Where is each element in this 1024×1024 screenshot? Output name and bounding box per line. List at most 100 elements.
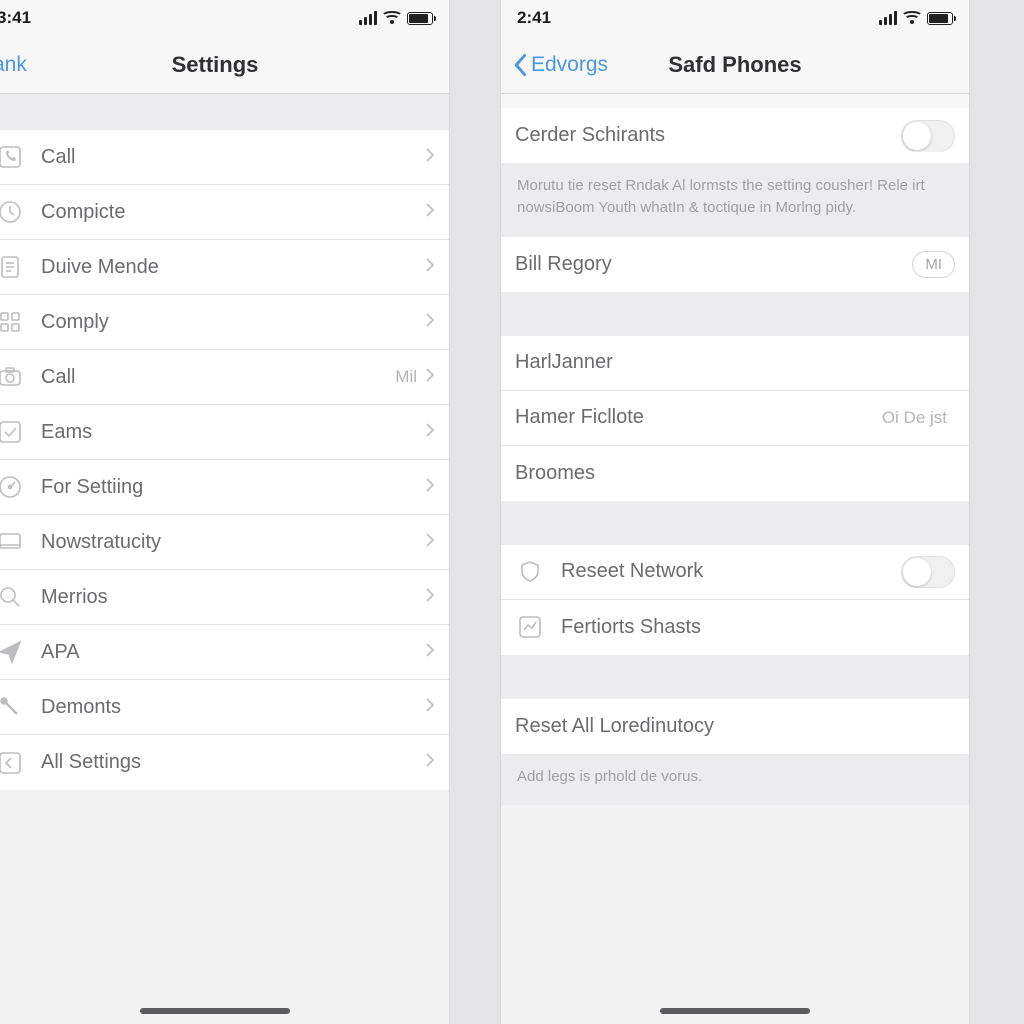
row-label: APA — [41, 641, 425, 664]
row-label: Fertiorts Shasts — [561, 616, 955, 639]
row-label: Duive Mende — [41, 256, 425, 279]
section-network: Reseet Network Fertiorts Shasts — [501, 545, 969, 655]
clock-icon — [0, 197, 25, 227]
list-item[interactable]: For Settiing — [0, 460, 449, 515]
phone-safd-phones: 2:41 Edvorgs Safd Phones Cerder Schirant… — [500, 0, 970, 1024]
list-item[interactable]: Eams — [0, 405, 449, 460]
list-item[interactable]: Nowstratucity — [0, 515, 449, 570]
section-gap — [501, 501, 969, 545]
row-cerder-schirants[interactable]: Cerder Schirants — [501, 108, 969, 163]
list-item[interactable]: CallMil — [0, 350, 449, 405]
section-gap — [0, 94, 449, 130]
section-cerder: Cerder Schirants — [501, 108, 969, 163]
row-label: Cerder Schirants — [515, 124, 901, 147]
row-label: HarlJanner — [515, 351, 955, 374]
pill-badge: MI — [912, 251, 955, 278]
mic-icon — [0, 692, 25, 722]
nav-back-label: ank — [0, 53, 27, 77]
row-label: Call — [41, 366, 395, 389]
list-item[interactable]: Hamer FiclloteOi De jst — [501, 391, 969, 446]
list-item[interactable]: Call — [0, 130, 449, 185]
section-gap — [501, 655, 969, 699]
row-label: Nowstratucity — [41, 531, 425, 554]
nav-back-label: Edvorgs — [531, 53, 608, 77]
battery-icon — [407, 12, 433, 25]
row-label: Eams — [41, 421, 425, 444]
row-reset-all[interactable]: Reset All Loredinutocy — [501, 699, 969, 754]
status-indicators — [359, 11, 433, 25]
row-label: Merrios — [41, 586, 425, 609]
row-label: Broomes — [515, 462, 955, 485]
chevron-right-icon — [425, 586, 435, 609]
grid-icon — [0, 307, 25, 337]
list-item[interactable]: APA — [0, 625, 449, 680]
settings-list: CallCompicteDuive MendeComplyCallMilEams… — [0, 130, 449, 790]
status-bar: 2:41 — [501, 0, 969, 36]
row-label: For Settiing — [41, 476, 425, 499]
section-reset: Reset All Loredinutocy — [501, 699, 969, 754]
list-item[interactable]: All Settings — [0, 735, 449, 790]
row-label: Reseet Network — [561, 560, 901, 583]
section-gap — [501, 292, 969, 336]
row-detail: Mil — [395, 367, 417, 387]
chevron-right-icon — [425, 751, 435, 774]
status-time: 2:41 — [517, 8, 551, 28]
chevron-right-icon — [425, 146, 435, 169]
row-label: Compicte — [41, 201, 425, 224]
list-item[interactable]: Duive Mende — [0, 240, 449, 295]
display-icon — [0, 527, 25, 557]
row-label: Bill Regory — [515, 253, 912, 276]
list-item[interactable]: Compicte — [0, 185, 449, 240]
send-icon — [0, 637, 25, 667]
camera-icon — [0, 362, 25, 392]
home-indicator[interactable] — [140, 1008, 290, 1014]
row-bill-regory[interactable]: Bill Regory MI — [501, 237, 969, 292]
cellular-icon — [359, 11, 377, 25]
list-item[interactable]: Merrios — [0, 570, 449, 625]
nav-bar: Edvorgs Safd Phones — [501, 36, 969, 94]
back-button[interactable]: ank — [0, 53, 27, 77]
section-footer: Morutu tie reset Rndak Al lormsts the se… — [501, 163, 969, 237]
doc-icon — [0, 252, 25, 282]
page-title: Settings — [0, 52, 449, 78]
row-detail: Oi De jst — [882, 408, 947, 428]
list-item[interactable]: Broomes — [501, 446, 969, 501]
toggle-switch[interactable] — [901, 556, 955, 588]
list-item[interactable]: Fertiorts Shasts — [501, 600, 969, 655]
phone-square-icon — [0, 142, 25, 172]
chevron-right-icon — [425, 421, 435, 444]
section-bill: Bill Regory MI — [501, 237, 969, 292]
wifi-icon — [383, 11, 401, 25]
phone-settings: 3:41 ank Settings Call Compicte Duive Mend… — [0, 0, 450, 1024]
chevron-right-icon — [425, 256, 435, 279]
chevron-right-icon — [425, 696, 435, 719]
status-bar: 3:41 — [0, 0, 449, 36]
back-button[interactable]: Edvorgs — [513, 53, 608, 77]
chart-icon — [515, 612, 545, 642]
section-footer: Add legs is prhold de vorus. — [501, 754, 969, 806]
row-label: Call — [41, 146, 425, 169]
chevron-right-icon — [425, 366, 435, 389]
list-item[interactable]: Demonts — [0, 680, 449, 735]
home-indicator[interactable] — [660, 1008, 810, 1014]
status-time: 3:41 — [0, 8, 31, 28]
nav-bar: ank Settings — [0, 36, 449, 94]
row-label: All Settings — [41, 751, 425, 774]
cellular-icon — [879, 11, 897, 25]
battery-icon — [927, 12, 953, 25]
chevron-right-icon — [425, 531, 435, 554]
chevron-right-icon — [425, 476, 435, 499]
toggle-switch[interactable] — [901, 120, 955, 152]
list-item[interactable]: HarlJanner — [501, 336, 969, 391]
row-label: Hamer Ficllote — [515, 406, 882, 429]
chevron-left-icon — [513, 53, 529, 77]
shield-icon — [515, 557, 545, 587]
list-item[interactable]: Comply — [0, 295, 449, 350]
list-item[interactable]: Reseet Network — [501, 545, 969, 600]
row-label: Comply — [41, 311, 425, 334]
check-icon — [0, 417, 25, 447]
chevron-right-icon — [425, 311, 435, 334]
section-names: HarlJanner Hamer FiclloteOi De jst Broomes — [501, 336, 969, 501]
gauge-icon — [0, 472, 25, 502]
chevron-right-icon — [425, 641, 435, 664]
